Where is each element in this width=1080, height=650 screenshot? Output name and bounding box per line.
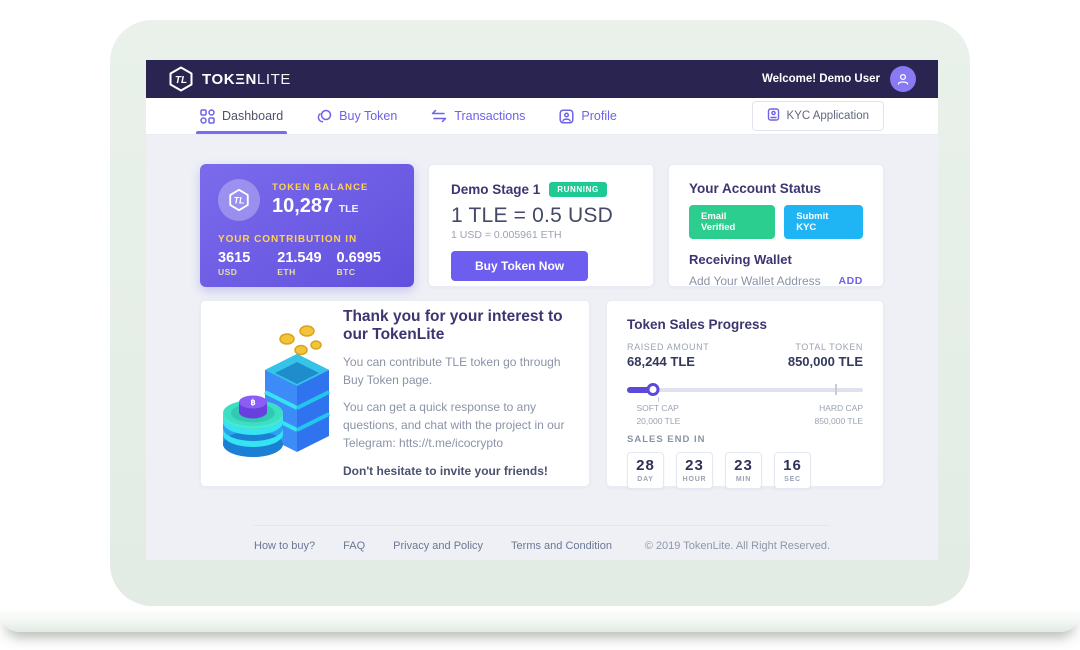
hard-cap-tick [835, 384, 837, 395]
profile-icon [559, 109, 574, 124]
contribution-btc: 0.6995 BTC [337, 250, 396, 277]
nav-item-buy-token[interactable]: Buy Token [317, 98, 397, 134]
app-header: TL TOKΞNLITE Welcome! Demo User [146, 60, 938, 98]
sales-countdown: 28 DAY 23 HOUR 23 MIN 16 SEC [627, 452, 863, 489]
laptop-base [0, 607, 1080, 632]
sales-progress-bar [627, 383, 863, 397]
progress-track [627, 388, 863, 392]
countdown-hour: 23 HOUR [676, 452, 713, 489]
account-status-title: Your Account Status [689, 181, 863, 196]
svg-text:TL: TL [234, 196, 245, 206]
user-menu[interactable]: Welcome! Demo User [762, 66, 916, 92]
copyright-text: © 2019 TokenLite. All Right Reserved. [645, 540, 830, 552]
contribution-eth: 21.549 ETH [277, 250, 336, 277]
avatar[interactable] [890, 66, 916, 92]
screen-footer: How to buy? FAQ Privacy and Policy Terms… [254, 525, 830, 560]
buy-token-icon [317, 109, 332, 124]
token-rate: 1 TLE = 0.5 USD [451, 204, 631, 228]
coins-illustration: ฿ [215, 316, 333, 471]
hard-cap-label: HARD CAP 850,000 TLE [814, 402, 863, 428]
email-verified-badge[interactable]: Email Verified [689, 205, 775, 239]
stage-title: Demo Stage 1 [451, 182, 540, 197]
contribution-usd: 3615 USD [218, 250, 277, 277]
footer-link-privacy[interactable]: Privacy and Policy [393, 540, 483, 552]
thanks-paragraph-1: You can contribute TLE token go through … [343, 353, 567, 389]
token-balance-card: TL TOKEN BALANCE 10,287 TLE YOUR CONTRIB… [200, 164, 414, 287]
footer-link-faq[interactable]: FAQ [343, 540, 365, 552]
soft-cap-label: SOFT CAP 20,000 TLE [636, 402, 680, 428]
raised-amount-stat: RAISED AMOUNT 68,244 TLE [627, 342, 709, 369]
person-icon [896, 72, 910, 86]
submit-kyc-badge[interactable]: Submit KYC [784, 205, 863, 239]
thanks-paragraph-2: You can get a quick response to any ques… [343, 398, 567, 452]
dashboard-screen: TL TOKΞNLITE Welcome! Demo User [146, 60, 938, 560]
welcome-text: Welcome! Demo User [762, 73, 880, 85]
countdown-day: 28 DAY [627, 452, 664, 489]
balance-amount: 10,287 TLE [272, 195, 368, 218]
progress-knob[interactable] [646, 383, 659, 396]
receiving-wallet-title: Receiving Wallet [689, 252, 863, 267]
sales-end-label: SALES END IN [627, 434, 863, 445]
wallet-address-hint: Add Your Wallet Address [689, 274, 821, 288]
welcome-message-card: ฿ Thank you for your interest to our Tok… [200, 300, 590, 487]
running-status-badge: RUNNING [549, 182, 607, 197]
dashboard-icon [200, 109, 215, 124]
token-rate-eth: 1 USD = 0.005961 ETH [451, 229, 631, 241]
kyc-application-button[interactable]: KYC Application [752, 101, 884, 131]
nav-item-transactions[interactable]: Transactions [431, 98, 525, 134]
bitcoin-symbol: ฿ [250, 398, 255, 407]
total-token-stat: TOTAL TOKEN 850,000 TLE [788, 342, 863, 369]
buy-token-now-button[interactable]: Buy Token Now [451, 251, 588, 281]
main-content: TL TOKEN BALANCE 10,287 TLE YOUR CONTRIB… [146, 135, 938, 560]
footer-link-terms[interactable]: Terms and Condition [511, 540, 612, 552]
svg-text:TL: TL [175, 75, 187, 86]
token-logo-badge: TL [218, 179, 260, 221]
token-sales-progress-card: Token Sales Progress RAISED AMOUNT 68,24… [606, 300, 884, 487]
thanks-title: Thank you for your interest to our Token… [343, 308, 567, 344]
brand-logo[interactable]: TL TOKΞNLITE [168, 66, 291, 92]
sales-progress-title: Token Sales Progress [627, 317, 863, 332]
kyc-doc-icon [767, 108, 780, 124]
tokenlite-hexagon-icon: TL [227, 188, 251, 212]
contribution-label: YOUR CONTRIBUTION IN [218, 234, 396, 245]
nav-item-dashboard[interactable]: Dashboard [200, 98, 283, 134]
footer-link-how-to-buy[interactable]: How to buy? [254, 540, 315, 552]
nav-bar: Dashboard Buy Token Tran [146, 98, 938, 135]
brand-name: TOKΞNLITE [202, 71, 291, 88]
thanks-paragraph-3: Don't hesitate to invite your friends! [343, 462, 567, 480]
add-wallet-link[interactable]: ADD [838, 275, 863, 287]
nav-item-profile[interactable]: Profile [559, 98, 616, 134]
token-stage-card: Demo Stage 1 RUNNING 1 TLE = 0.5 USD 1 U… [428, 164, 654, 287]
tokenlite-hexagon-icon: TL [168, 66, 194, 92]
balance-label: TOKEN BALANCE [272, 182, 368, 193]
countdown-min: 23 MIN [725, 452, 762, 489]
transactions-icon [431, 109, 447, 123]
countdown-sec: 16 SEC [774, 452, 811, 489]
account-status-card: Your Account Status Email Verified Submi… [668, 164, 884, 287]
